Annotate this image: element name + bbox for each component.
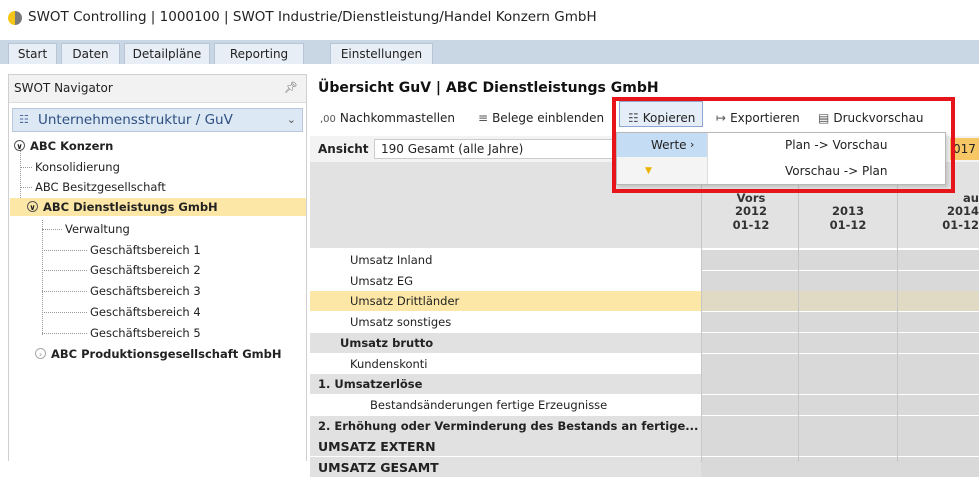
row-label: 2. Erhöhung oder Verminderung des Bestan…: [318, 418, 699, 433]
row-value-cells[interactable]: [701, 332, 979, 353]
table-row[interactable]: UMSATZ GESAMT: [310, 457, 979, 477]
row-value-cells[interactable]: [701, 312, 979, 333]
tree-connector: [42, 270, 87, 271]
row-value-cells[interactable]: [701, 457, 979, 477]
table-row[interactable]: Umsatz EG: [310, 270, 979, 291]
tree-connector: [42, 291, 87, 292]
tree-connector: [42, 250, 87, 251]
row-value-cells[interactable]: [701, 270, 979, 291]
list-lines-icon: ≡: [478, 111, 489, 125]
row-label: UMSATZ EXTERN: [318, 439, 436, 455]
table-row[interactable]: Umsatz sonstiges: [310, 312, 979, 333]
table-row[interactable]: Bestandsänderungen fertige Erzeugnisse: [310, 394, 979, 415]
collapse-icon[interactable]: ∨: [14, 140, 25, 151]
tree-connector: [42, 220, 43, 335]
table-row[interactable]: Umsatz Inland: [310, 250, 979, 270]
tab-start[interactable]: Start: [8, 43, 57, 64]
column-header-2012[interactable]: Vors 2012 01-12: [703, 192, 799, 232]
tab-detailplaene[interactable]: Detailpläne: [124, 43, 210, 64]
window-title: SWOT Controlling | 1000100 | SWOT Indust…: [28, 9, 597, 25]
row-label: Umsatz brutto: [340, 335, 434, 350]
expand-icon[interactable]: ›: [35, 348, 46, 359]
row-label: Bestandsänderungen fertige Erzeugnisse: [370, 397, 608, 412]
tree-node-gb2[interactable]: Geschäftsbereich 2: [90, 261, 201, 279]
column-divider: [701, 162, 702, 462]
row-value-cells[interactable]: [701, 353, 979, 374]
row-value-cells[interactable]: [701, 374, 979, 395]
tree-node-abc-konzern[interactable]: ∨ ABC Konzern: [14, 137, 113, 155]
pin-icon[interactable]: 📌︎: [284, 81, 298, 94]
title-bar: SWOT Controlling | 1000100 | SWOT Indust…: [0, 0, 979, 34]
show-vouchers-button[interactable]: ≡ Belege einblenden: [478, 111, 604, 125]
table-row[interactable]: Umsatz brutto: [310, 332, 979, 353]
structure-dropdown[interactable]: ☷ Unternehmensstruktur / GuV ⌄: [12, 108, 303, 132]
row-label: Umsatz EG: [350, 273, 414, 288]
tree-node-besitzgesellschaft[interactable]: ABC Besitzgesellschaft: [35, 178, 166, 196]
tab-einstellungen[interactable]: Einstellungen: [330, 43, 433, 64]
column-header-2014[interactable]: au 2014 01-12: [900, 192, 979, 232]
tree-connector: [42, 229, 62, 230]
view-label: Ansicht: [318, 142, 369, 156]
tree-node-gb5[interactable]: Geschäftsbereich 5: [90, 324, 201, 342]
column-divider: [798, 162, 799, 462]
row-value-cells[interactable]: [701, 394, 979, 415]
row-label: 1. Umsatzerlöse: [318, 377, 423, 392]
tree-node-gb4[interactable]: Geschäftsbereich 4: [90, 303, 201, 321]
tree-node-gb1[interactable]: Geschäftsbereich 1: [90, 241, 201, 259]
row-label: Umsatz Drittländer: [350, 294, 460, 309]
navigator-panel: SWOT Navigator 📌︎ ☷ Unternehmensstruktur…: [8, 74, 307, 461]
table-row[interactable]: Umsatz Drittländer: [310, 291, 979, 312]
chevron-down-icon[interactable]: ⌄: [287, 113, 296, 126]
app-logo-icon: [8, 11, 22, 25]
row-value-cells[interactable]: [701, 415, 979, 436]
tree-node-dienstleistungs-gmbh[interactable]: ∨ ABC Dienstleistungs GmbH: [10, 198, 306, 216]
collapse-icon[interactable]: ∨: [27, 201, 38, 212]
column-header-2013[interactable]: 2013 01-12: [800, 192, 896, 232]
page-title: Übersicht GuV | ABC Dienstleistungs GmbH: [318, 80, 659, 96]
tree-connector: [20, 167, 32, 168]
navigator-header: SWOT Navigator 📌︎: [9, 75, 306, 103]
row-value-cells[interactable]: [701, 291, 979, 312]
table-row[interactable]: Kundenskonti: [310, 353, 979, 374]
table-row[interactable]: 2. Erhöhung oder Verminderung des Bestan…: [310, 415, 979, 436]
tree-connector: [20, 150, 21, 204]
table-row[interactable]: 1. Umsatzerlöse: [310, 374, 979, 395]
row-label: Umsatz sonstiges: [350, 315, 452, 330]
row-label: Kundenskonti: [350, 356, 428, 371]
tree-connector: [20, 187, 32, 188]
tree-node-produktionsgesellschaft[interactable]: › ABC Produktionsgesellschaft GmbH: [35, 345, 282, 363]
tree-connector: [42, 333, 87, 334]
row-value-cells[interactable]: [701, 250, 979, 270]
tree-connector: [42, 312, 87, 313]
decimals-icon: ,00: [320, 114, 336, 125]
tab-reporting[interactable]: Reporting: [214, 43, 304, 64]
structure-dropdown-value: Unternehmensstruktur / GuV: [38, 112, 233, 128]
annotation-highlight-box: [612, 97, 955, 193]
navigator-title: SWOT Navigator: [14, 81, 113, 95]
row-label: Umsatz Inland: [350, 253, 433, 267]
tree-node-verwaltung[interactable]: Verwaltung: [65, 220, 130, 238]
decimals-button[interactable]: ,00 Nachkommastellen: [320, 111, 455, 125]
table-row[interactable]: UMSATZ EXTERN: [310, 436, 979, 457]
tree-structure-icon: ☷: [19, 113, 29, 126]
tree-node-konsolidierung[interactable]: Konsolidierung: [35, 158, 120, 176]
row-value-cells[interactable]: [701, 436, 979, 457]
column-divider: [897, 162, 898, 462]
ribbon-tab-bar: Start Daten Detailpläne Reporting Einste…: [0, 40, 979, 64]
tree-node-gb3[interactable]: Geschäftsbereich 3: [90, 282, 201, 300]
row-label: UMSATZ GESAMT: [318, 460, 439, 475]
tab-daten[interactable]: Daten: [61, 43, 120, 64]
